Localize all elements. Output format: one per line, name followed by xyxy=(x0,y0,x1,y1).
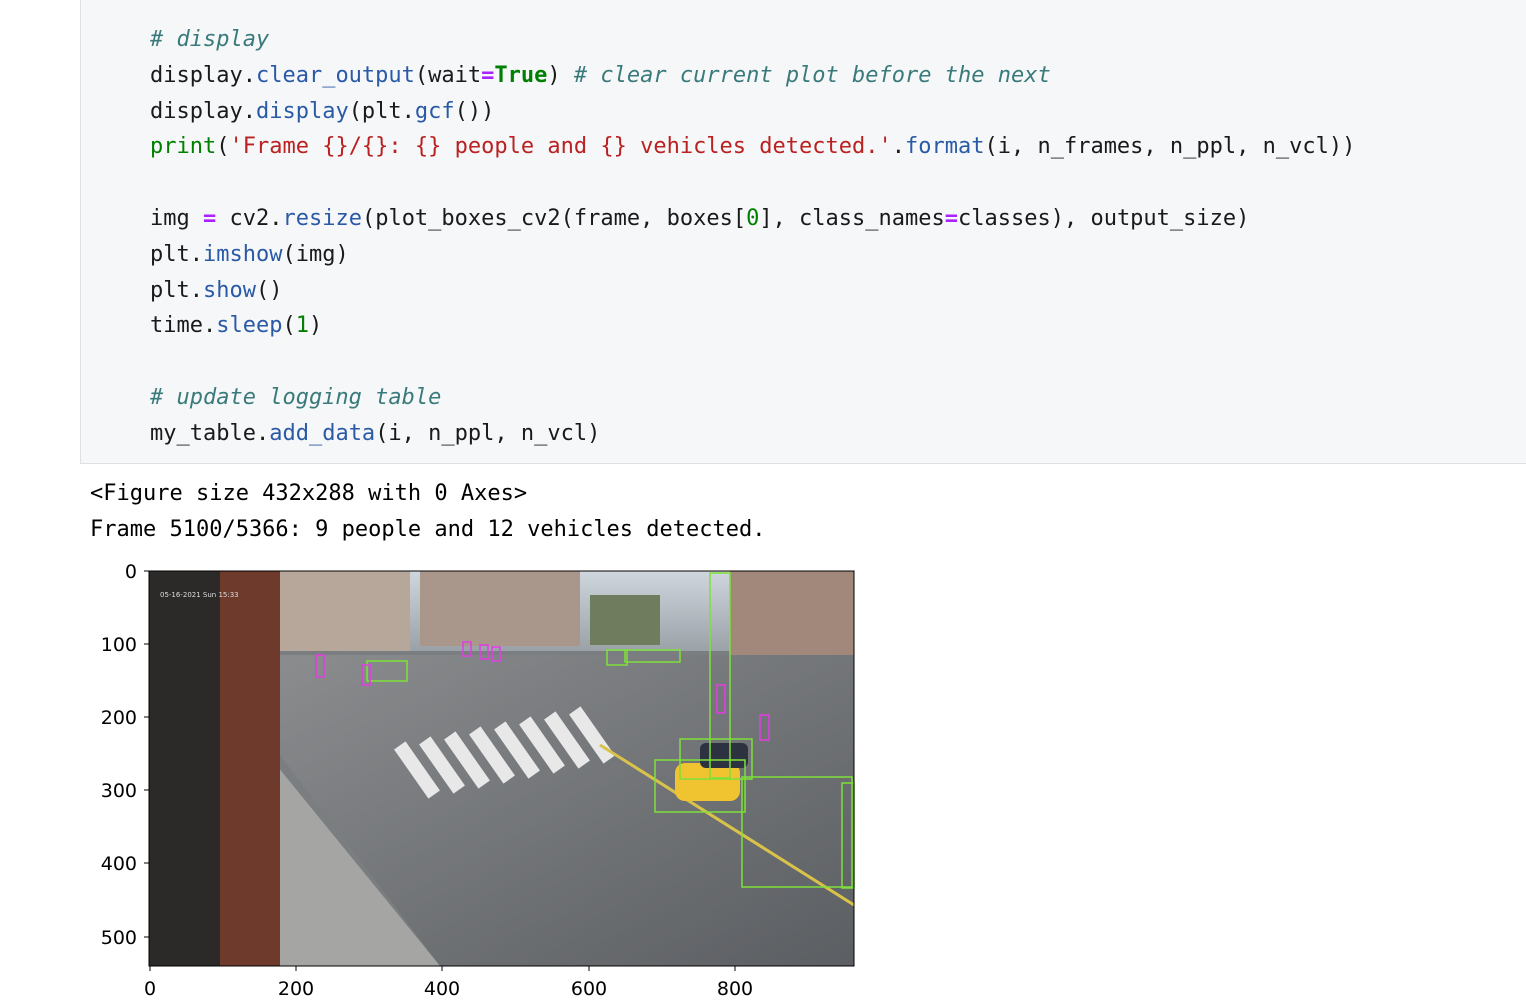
x-tick-label: 200 xyxy=(278,978,314,1000)
x-tick-label: 800 xyxy=(717,978,753,1000)
code-line-12: my_table.add_data(i, n_ppl, n_vcl) xyxy=(150,420,601,446)
y-tick-label: 400 xyxy=(101,853,137,875)
imshow-plot: 05-16-2021 Sun 15:33 0 100 200 300 400 5… xyxy=(101,561,855,1000)
y-tick-labels: 0 100 200 300 400 500 xyxy=(101,561,137,949)
code-line-2: display.clear_output(wait=True) # clear … xyxy=(150,62,1051,88)
y-tick-label: 300 xyxy=(101,780,137,802)
figure-repr-text: <Figure size 432x288 with 0 Axes> xyxy=(90,481,528,506)
x-tick-label: 0 xyxy=(144,978,156,1000)
code-line-4: print('Frame {}/{}: {} people and {} veh… xyxy=(150,134,1356,160)
code-line-11: # update logging table xyxy=(150,384,442,410)
x-tick-labels: 0 200 400 600 800 xyxy=(144,978,753,1000)
code-editor[interactable]: # display display.clear_output(wait=True)… xyxy=(150,22,1355,452)
plot-figure: 05-16-2021 Sun 15:33 0 100 200 300 400 5… xyxy=(80,555,880,1003)
y-tick-label: 500 xyxy=(101,927,137,949)
y-tick-label: 100 xyxy=(101,634,137,656)
code-line-9: time.sleep(1) xyxy=(150,313,323,339)
y-tick-label: 200 xyxy=(101,707,137,729)
code-line-1: # display xyxy=(150,27,270,52)
code-line-6: img = cv2.resize(plot_boxes_cv2(frame, b… xyxy=(150,205,1250,231)
x-tick-label: 600 xyxy=(571,978,607,1000)
x-axis xyxy=(149,966,736,971)
camera-frame-image: 05-16-2021 Sun 15:33 xyxy=(148,570,855,967)
code-line-3: display.display(plt.gcf()) xyxy=(150,98,495,124)
code-line-8: plt.show() xyxy=(150,277,283,303)
frame-status-text: Frame 5100/5366: 9 people and 12 vehicle… xyxy=(90,516,766,542)
y-tick-label: 0 xyxy=(125,561,137,583)
timestamp-overlay-text: 05-16-2021 Sun 15:33 xyxy=(160,591,239,599)
y-axis xyxy=(144,570,149,938)
x-tick-label: 400 xyxy=(424,978,460,1000)
cell-output: <Figure size 432x288 with 0 Axes> Frame 5… xyxy=(90,476,766,548)
code-line-7: plt.imshow(img) xyxy=(150,241,349,267)
